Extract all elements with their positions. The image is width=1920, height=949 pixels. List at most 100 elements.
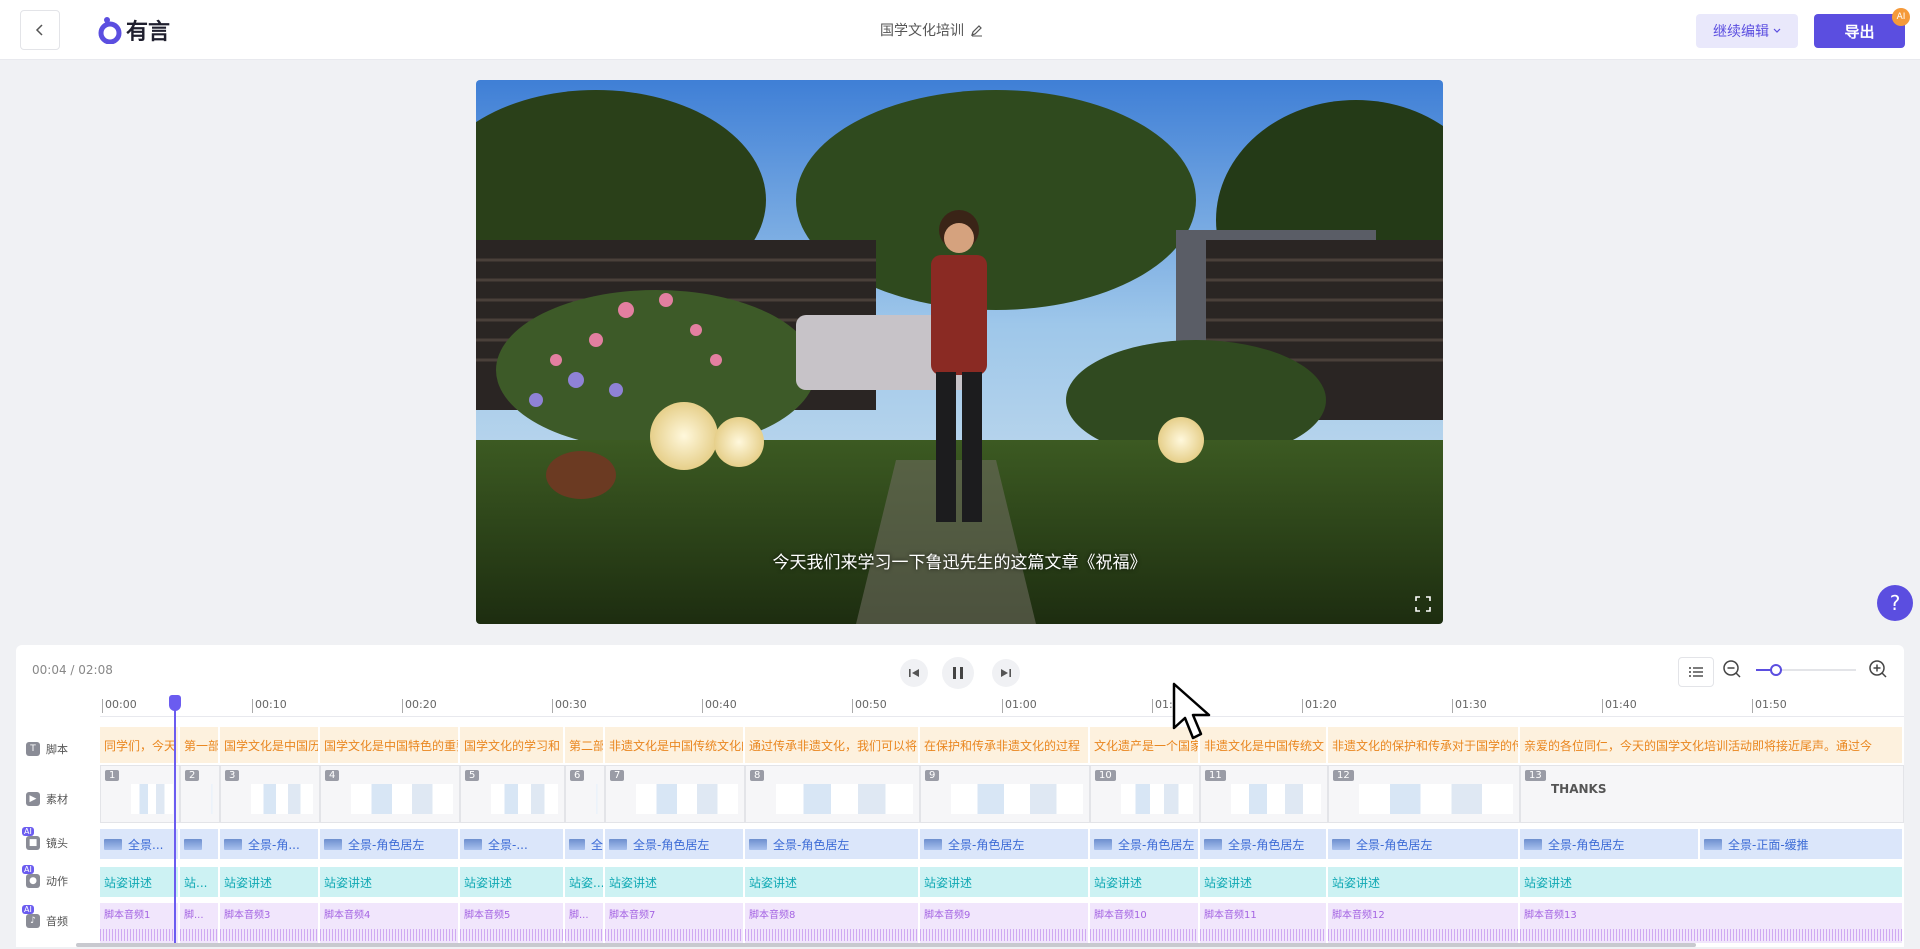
script-segment[interactable]: 第二部分 [565,727,605,763]
script-segment[interactable]: 国学文化的学习和 [460,727,565,763]
camera-segment[interactable]: 全景-角色居左 [1520,829,1700,859]
document-title-text: 国学文化培训 [880,23,964,39]
chevron-down-icon [1773,28,1781,33]
material-segment[interactable]: 5 [460,765,565,823]
audio-segment[interactable]: 脚本音频11 [1200,903,1328,943]
playhead[interactable] [169,695,181,945]
script-segment[interactable]: 国学文化是中国特色的重要 [320,727,460,763]
camera-segment[interactable]: 全景-角色居左 [605,829,745,859]
audio-segment[interactable]: 脚... [565,903,605,943]
material-segment[interactable]: 8 [745,765,920,823]
action-segment[interactable]: 站姿讲述 [745,867,920,897]
document-title[interactable]: 国学文化培训 [880,20,983,40]
zoom-slider[interactable] [1756,664,1856,676]
next-button[interactable] [992,659,1020,687]
ai-tag: AI [22,865,34,874]
camera-segment[interactable]: 全景-角色居左 [745,829,920,859]
action-segment[interactable]: 站姿讲述 [100,867,180,897]
action-segment[interactable]: 站姿讲述 [920,867,1090,897]
material-segment[interactable]: 7 [605,765,745,823]
audio-segment[interactable]: 脚本音频4 [320,903,460,943]
action-segment[interactable]: 站姿讲述 [320,867,460,897]
action-segment[interactable]: 站... [180,867,220,897]
previous-button[interactable] [900,659,928,687]
script-segment[interactable]: 国学文化是中国历 [220,727,320,763]
material-index: 10 [1095,770,1116,781]
script-segment[interactable]: 非遗文化是中国传统文化的 [605,727,745,763]
material-segment[interactable]: 12 [1328,765,1520,823]
camera-segment[interactable]: 全 [565,829,605,859]
material-segment[interactable]: 10 [1090,765,1200,823]
continue-editing-button[interactable]: 继续编辑 [1696,14,1798,48]
fullscreen-icon[interactable] [1415,596,1431,612]
audio-segment[interactable]: 脚本音频5 [460,903,565,943]
script-segment[interactable]: 通过传承非遗文化，我们可以将 [745,727,920,763]
action-segment[interactable]: 站姿... [565,867,605,897]
action-segment[interactable]: 站姿讲述 [1520,867,1904,897]
script-track[interactable]: 同学们，今天 第一部 国学文化是中国历 国学文化是中国特色的重要 国学文化的学习和 第二部… [100,727,1904,763]
material-thumbnail [636,784,738,814]
track-label-script-text: 脚本 [46,743,68,756]
audio-segment[interactable]: 脚本音频8 [745,903,920,943]
zoom-in-icon[interactable] [1868,659,1888,679]
material-segment[interactable]: 9 [920,765,1090,823]
material-thumbnail [211,784,213,814]
script-segment[interactable]: 第一部 [180,727,220,763]
action-segment[interactable]: 站姿讲述 [220,867,320,897]
action-segment[interactable]: 站姿讲述 [1090,867,1200,897]
audio-segment[interactable]: 脚本音频13 [1520,903,1904,943]
material-segment[interactable]: 4 [320,765,460,823]
audio-track[interactable]: 脚本音频1 脚... 脚本音频3 脚本音频4 脚本音频5 脚... 脚本音频7 脚本音频8 脚本… [100,903,1904,943]
audio-segment[interactable]: 脚本音频12 [1328,903,1520,943]
material-segment[interactable]: 1 [100,765,180,823]
material-segment[interactable]: 2 [180,765,220,823]
list-view-button[interactable] [1678,657,1714,687]
pause-button[interactable] [942,657,974,689]
material-track[interactable]: 1 2 3 4 5 6 7 8 9 10 11 12 13 THANKS [100,765,1904,823]
time-ruler[interactable]: 00:00 00:10 00:20 00:30 00:40 00:50 01:00 01:10… [100,695,1904,717]
script-segment[interactable]: 亲爱的各位同仁，今天的国学文化培训活动即将接近尾声。通过今 [1520,727,1904,763]
camera-segment[interactable]: 全景... [100,829,180,859]
material-segment[interactable]: 11 [1200,765,1328,823]
zoom-out-icon[interactable] [1722,659,1742,679]
script-segment[interactable]: 同学们，今天 [100,727,180,763]
audio-segment[interactable]: 脚本音频9 [920,903,1090,943]
camera-track[interactable]: 全景... 全景-角... 全景-角色居左 全景-... 全全景-角色居左 全景-角色居左… [100,829,1904,859]
video-preview[interactable]: 今天我们来学习一下鲁迅先生的这篇文章《祝福》 [476,80,1443,624]
help-button[interactable]: ? [1877,585,1913,621]
playhead-handle[interactable] [169,695,181,711]
audio-segment[interactable]: 脚本音频1 [100,903,180,943]
script-segment[interactable]: 在保护和传承非遗文化的过程 [920,727,1090,763]
camera-segment[interactable]: 全景-角色居左 [1328,829,1520,859]
camera-segment[interactable]: 全景-角色居左 [320,829,460,859]
material-segment[interactable]: 6 [565,765,605,823]
audio-segment[interactable]: 脚本音频10 [1090,903,1200,943]
action-segment[interactable]: 站姿讲述 [460,867,565,897]
script-segment[interactable]: 非遗文化的保护和传承对于国学的传 [1328,727,1520,763]
action-segment[interactable]: 站姿讲述 [605,867,745,897]
audio-segment[interactable]: 脚本音频7 [605,903,745,943]
camera-segment[interactable]: 全景-角色居左 [1090,829,1200,859]
action-track[interactable]: 站姿讲述 站... 站姿讲述 站姿讲述 站姿讲述 站姿... 站姿讲述 站姿讲述 站姿讲述 站姿讲… [100,867,1904,897]
camera-segment[interactable]: 全景-正面-缓推 [1700,829,1904,859]
camera-segment[interactable]: 全景-... [460,829,565,859]
camera-segment[interactable]: 全景-角色居左 [1200,829,1328,859]
top-bar: 有言 国学文化培训 继续编辑 导出 AI [0,0,1920,60]
zoom-slider-handle[interactable] [1770,664,1782,676]
ruler-tick: 00:20 [402,699,437,713]
back-button[interactable] [20,10,60,50]
ruler-tick: 00:50 [852,699,887,713]
edit-pencil-icon[interactable] [970,24,983,37]
camera-segment[interactable] [180,829,220,859]
camera-segment[interactable]: 全景-角... [220,829,320,859]
audio-segment[interactable]: 脚本音频3 [220,903,320,943]
action-segment[interactable]: 站姿讲述 [1328,867,1520,897]
script-segment[interactable]: 非遗文化是中国传统文 [1200,727,1328,763]
action-segment[interactable]: 站姿讲述 [1200,867,1328,897]
camera-segment[interactable]: 全景-角色居左 [920,829,1090,859]
material-index: 11 [1205,770,1226,781]
material-segment[interactable]: 13 THANKS [1520,765,1904,823]
material-segment[interactable]: 3 [220,765,320,823]
horizontal-scrollbar[interactable] [76,943,1696,947]
audio-segment[interactable]: 脚... [180,903,220,943]
